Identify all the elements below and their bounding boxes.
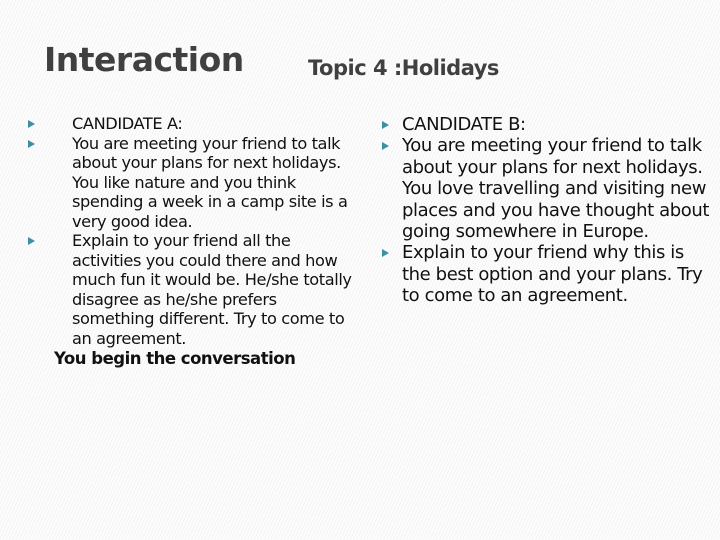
candidate-a-list: CANDIDATE A: You are meeting your friend…	[28, 114, 358, 348]
candidate-b-instructions: Explain to your friend why this is the b…	[402, 242, 703, 307]
candidate-b-column: CANDIDATE B: You are meeting your friend…	[382, 114, 714, 307]
triangle-bullet-icon	[382, 249, 389, 258]
candidate-a-footer: You begin the conversation	[54, 349, 296, 368]
candidate-a-scenario: You are meeting your friend to talk abou…	[72, 133, 348, 231]
list-item: Explain to your friend why this is the b…	[382, 242, 714, 306]
triangle-bullet-icon	[382, 121, 389, 129]
list-item: CANDIDATE B:	[382, 114, 714, 135]
list-item: Explain to your friend all the activitie…	[28, 231, 358, 348]
candidate-a-instructions: Explain to your friend all the activitie…	[72, 231, 352, 348]
candidate-a-column: CANDIDATE A: You are meeting your friend…	[28, 114, 358, 369]
list-item: CANDIDATE A:	[28, 114, 358, 134]
list-item: You are meeting your friend to talk abou…	[28, 134, 358, 232]
triangle-bullet-icon	[28, 237, 35, 245]
candidate-b-heading: CANDIDATE B:	[402, 114, 526, 135]
candidate-b-list: CANDIDATE B: You are meeting your friend…	[382, 114, 714, 307]
candidate-b-scenario: You are meeting your friend to talk abou…	[402, 135, 710, 243]
candidate-a-heading: CANDIDATE A:	[72, 114, 183, 133]
list-item: You are meeting your friend to talk abou…	[382, 135, 714, 242]
triangle-bullet-icon	[382, 142, 389, 151]
triangle-bullet-icon	[28, 139, 35, 148]
slide-title: Interaction	[44, 40, 244, 79]
triangle-bullet-icon	[28, 120, 35, 128]
slide-subtitle: Topic 4 :Holidays	[308, 56, 499, 80]
